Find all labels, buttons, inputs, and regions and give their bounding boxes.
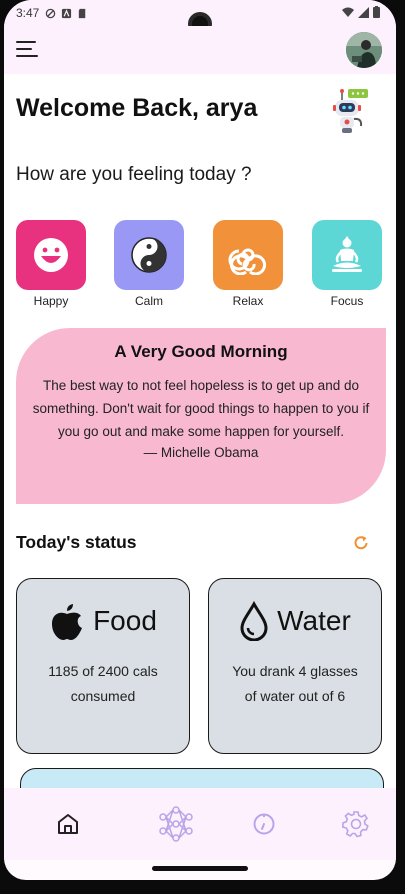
phone-screen: 3:47 Welcome Back, arya How are you feel…	[4, 0, 396, 880]
water-heading: Water	[277, 605, 351, 636]
hamburger-menu-icon[interactable]	[16, 40, 38, 58]
water-card-header: Water	[209, 601, 381, 641]
quote-text: The best way to not feel hopeless is to …	[32, 378, 370, 439]
settings-icon	[342, 811, 369, 838]
timer-icon	[253, 813, 275, 835]
home-icon	[58, 814, 78, 834]
refresh-icon[interactable]	[352, 534, 370, 552]
smiley-icon	[34, 238, 68, 272]
food-card-header: Food	[17, 601, 189, 641]
mood-focus-tile[interactable]	[312, 220, 382, 290]
mood-focus[interactable]: Focus	[312, 220, 382, 308]
home-indicator[interactable]	[152, 866, 248, 871]
battery-icon	[373, 6, 380, 18]
food-heading: Food	[93, 605, 157, 636]
quote-title: A Very Good Morning	[114, 342, 288, 361]
mood-calm-tile[interactable]	[114, 220, 184, 290]
quote-card: A Very Good Morning The best way to not …	[16, 328, 386, 504]
meditation-icon	[332, 236, 362, 272]
mood-label: Happy	[33, 294, 69, 308]
robot-chat-icon[interactable]	[332, 88, 372, 134]
water-drop-icon	[240, 601, 268, 641]
food-calories-text: 1185 of 2400 cals	[48, 663, 158, 679]
food-body: 1185 of 2400 cals consumed	[17, 659, 189, 709]
mood-label: Calm	[134, 294, 163, 308]
app-notification-icon	[62, 8, 72, 18]
neural-network-icon	[159, 806, 193, 842]
app-header	[4, 26, 396, 74]
status-indicators	[342, 6, 380, 18]
avatar[interactable]	[346, 32, 382, 68]
todays-status-title: Today's status	[16, 532, 137, 552]
nav-insights[interactable]	[156, 804, 196, 844]
nav-timer[interactable]	[244, 804, 284, 844]
status-time: 3:47	[16, 6, 40, 20]
nav-home[interactable]	[48, 804, 88, 844]
apple-icon	[52, 604, 83, 640]
sd-card-icon	[79, 8, 86, 18]
nav-settings[interactable]	[336, 804, 376, 844]
food-status-card[interactable]: Food 1185 of 2400 cals consumed	[16, 578, 190, 754]
mood-label: Focus	[330, 294, 364, 308]
water-body: You drank 4 glasses of water out of 6	[209, 659, 381, 709]
mood-label: Relax	[232, 294, 264, 308]
mood-calm[interactable]: Calm	[114, 220, 184, 308]
triskelion-icon	[228, 248, 266, 275]
next-status-card[interactable]	[20, 768, 384, 788]
water-glasses-text: You drank 4 glasses	[232, 663, 358, 679]
bottom-navigation	[4, 788, 396, 860]
food-consumed-text: consumed	[70, 688, 136, 704]
feeling-prompt: How are you feeling today ?	[16, 164, 252, 185]
water-status-card[interactable]: Water You drank 4 glasses of water out o…	[208, 578, 382, 754]
cellular-signal-icon	[358, 6, 369, 18]
home-content: Welcome Back, arya How are you feeling t…	[4, 74, 396, 788]
mood-relax[interactable]: Relax	[213, 220, 283, 308]
yin-yang-icon	[131, 237, 167, 273]
water-goal-text: of water out of 6	[244, 688, 346, 704]
mood-happy[interactable]: Happy	[16, 220, 86, 308]
do-not-disturb-icon	[46, 8, 56, 18]
mood-happy-tile[interactable]	[16, 220, 86, 290]
quote-author: — Michelle Obama	[143, 445, 259, 460]
page-title: Welcome Back, arya	[16, 94, 258, 122]
mood-relax-tile[interactable]	[213, 220, 283, 290]
wifi-icon	[342, 7, 354, 17]
